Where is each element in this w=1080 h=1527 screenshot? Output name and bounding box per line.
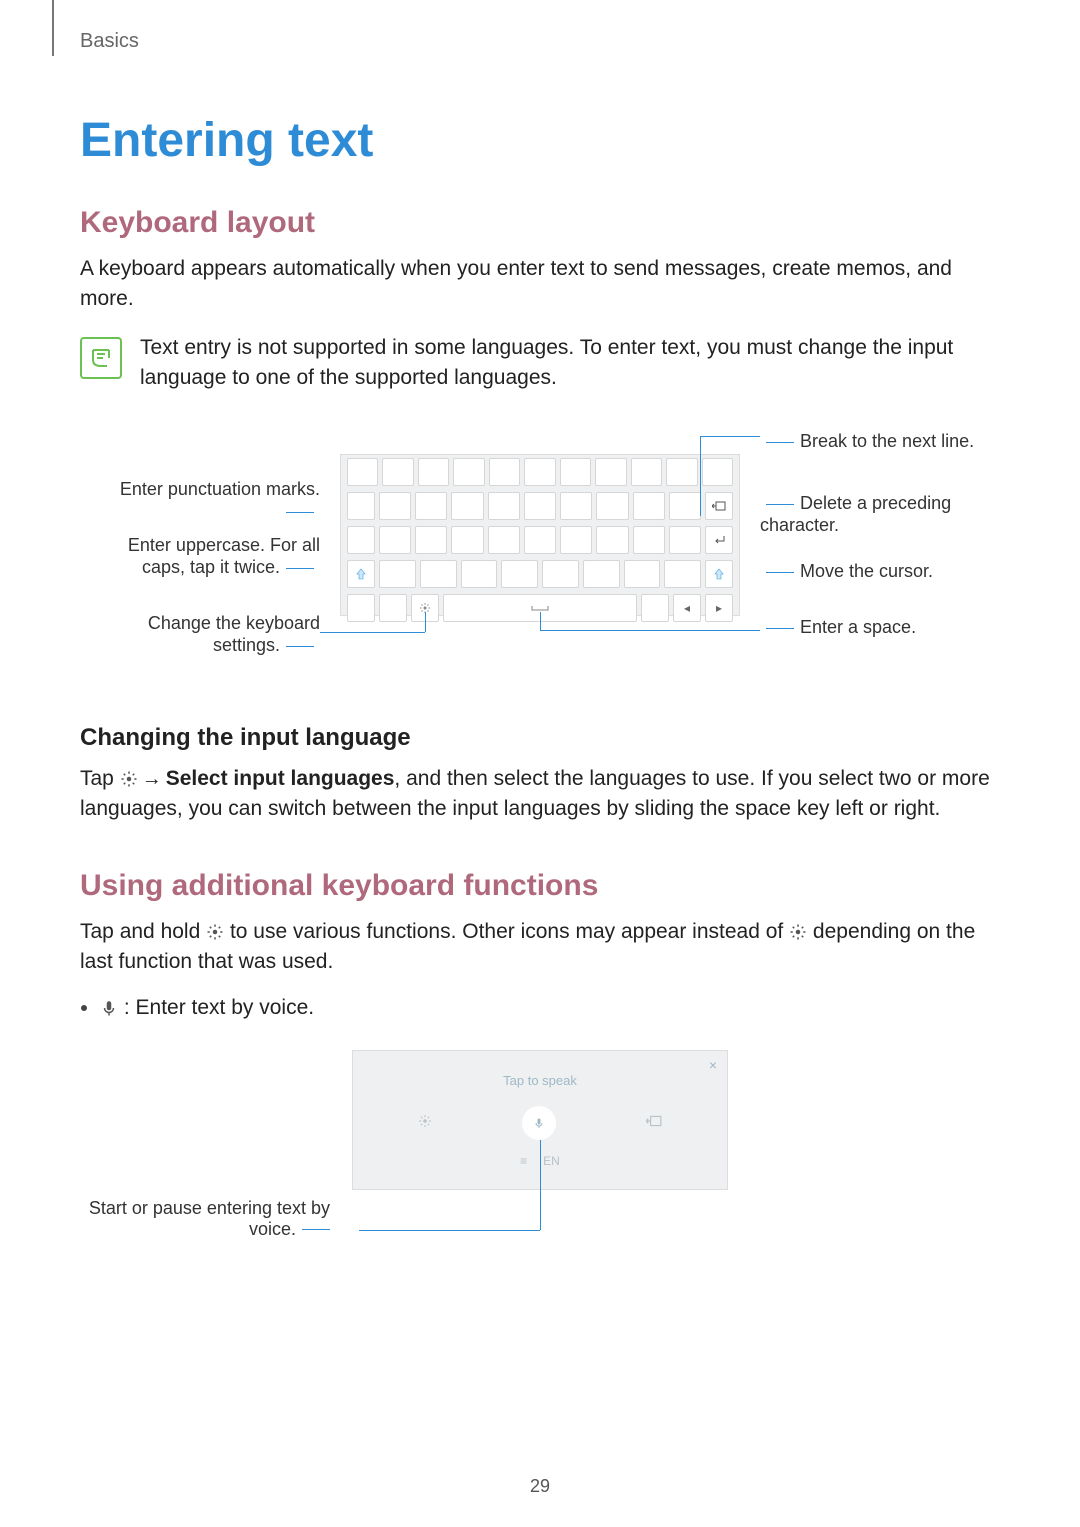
space-icon	[530, 604, 550, 612]
key	[453, 458, 484, 486]
leader-line	[540, 1140, 541, 1230]
page-gutter	[52, 0, 54, 56]
key	[633, 526, 665, 554]
cursor-left-key: ◂	[673, 594, 701, 622]
key	[379, 560, 416, 588]
key	[451, 492, 483, 520]
callout-space: Enter a space.	[760, 616, 916, 639]
leader-line	[700, 436, 701, 516]
leader-line	[359, 1230, 540, 1231]
key	[666, 458, 697, 486]
key	[524, 526, 556, 554]
callout-voice: Start or pause entering text by voice.	[89, 1198, 330, 1239]
backspace-icon	[712, 501, 726, 511]
page-title: Entering text	[80, 113, 1000, 168]
cursor-right-key: ▸	[705, 594, 733, 622]
section-intro: A keyboard appears automatically when yo…	[80, 254, 1000, 315]
key	[560, 458, 591, 486]
tap-to-speak-label: Tap to speak	[503, 1073, 577, 1088]
keyboard-diagram: Enter punctuation marks. Enter uppercase…	[80, 424, 1000, 684]
gear-icon	[120, 767, 138, 790]
shift-icon	[714, 568, 724, 580]
gear-icon	[418, 1114, 432, 1131]
mic-button	[522, 1106, 556, 1140]
backspace-icon	[646, 1115, 662, 1130]
key	[524, 492, 556, 520]
arrow-icon: →	[138, 768, 166, 790]
callout-cursor: Move the cursor.	[760, 560, 933, 583]
key	[596, 492, 628, 520]
key	[420, 560, 457, 588]
key	[418, 458, 449, 486]
leader-line	[540, 630, 760, 631]
key	[347, 594, 375, 622]
callout-punctuation: Enter punctuation marks.	[80, 478, 320, 523]
key	[461, 560, 498, 588]
leader-line	[320, 632, 425, 633]
mic-icon	[100, 996, 118, 1019]
enter-key	[705, 526, 733, 554]
key	[596, 526, 628, 554]
voice-diagram: Start or pause entering text by voice. ×…	[80, 1050, 1000, 1310]
key	[624, 560, 661, 588]
key	[560, 526, 592, 554]
key	[347, 458, 378, 486]
key	[669, 492, 701, 520]
key	[347, 526, 375, 554]
keyboard-illustration: ◂ ▸	[340, 454, 740, 616]
key	[542, 560, 579, 588]
lang-menu-icon: ≡	[520, 1154, 527, 1168]
bullet-voice: : Enter text by voice.	[100, 996, 1000, 1020]
key	[560, 492, 592, 520]
key	[702, 458, 733, 486]
enter-icon	[713, 535, 725, 545]
shift-key-left	[347, 560, 375, 588]
note-icon	[80, 337, 122, 379]
callout-break: Break to the next line.	[760, 430, 974, 453]
lang-en-label: EN	[543, 1154, 560, 1168]
key	[415, 526, 447, 554]
section-keyboard-layout-heading: Keyboard layout	[80, 206, 1000, 240]
key	[379, 594, 407, 622]
note-block: Text entry is not supported in some lang…	[80, 333, 1000, 394]
key	[451, 526, 483, 554]
callout-uppercase: Enter uppercase. For all caps, tap it tw…	[80, 534, 320, 579]
callout-settings: Change the keyboard settings.	[80, 612, 320, 657]
backspace-key	[705, 492, 733, 520]
page-number: 29	[0, 1476, 1080, 1497]
subheading-input-language: Changing the input language	[80, 724, 1000, 752]
key	[595, 458, 626, 486]
gear-icon	[206, 920, 224, 943]
key	[669, 526, 701, 554]
leader-line	[425, 612, 426, 632]
key	[415, 492, 447, 520]
key	[382, 458, 413, 486]
key	[379, 526, 411, 554]
key	[347, 492, 375, 520]
paragraph-input-language: Tap →Select input languages, and then se…	[80, 764, 1000, 825]
key	[641, 594, 669, 622]
key	[583, 560, 620, 588]
shift-key-right	[705, 560, 733, 588]
leader-line	[700, 436, 760, 437]
close-icon: ×	[709, 1057, 717, 1073]
key	[501, 560, 538, 588]
key	[524, 458, 555, 486]
shift-icon	[356, 568, 366, 580]
callout-delete: Delete a preceding character.	[760, 492, 1000, 537]
mic-icon	[533, 1115, 545, 1131]
key	[379, 492, 411, 520]
leader-line	[540, 612, 541, 630]
section-additional-functions-heading: Using additional keyboard functions	[80, 869, 1000, 903]
key	[664, 560, 701, 588]
gear-icon	[789, 920, 807, 943]
note-text: Text entry is not supported in some lang…	[140, 333, 1000, 394]
key	[633, 492, 665, 520]
key	[489, 458, 520, 486]
paragraph-additional-functions: Tap and hold to use various functions. O…	[80, 917, 1000, 978]
key	[631, 458, 662, 486]
key	[488, 526, 520, 554]
breadcrumb: Basics	[80, 30, 1000, 53]
key	[488, 492, 520, 520]
